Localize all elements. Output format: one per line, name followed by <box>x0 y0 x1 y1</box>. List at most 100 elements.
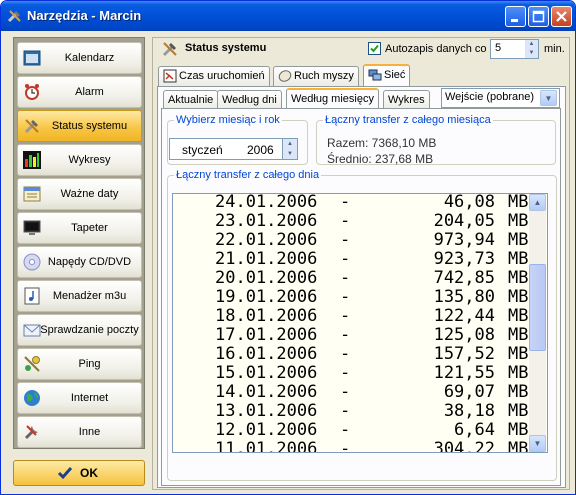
tab-czas-uruchomien[interactable]: Czas uruchomień <box>158 66 270 86</box>
row-value: 46,08 <box>443 193 495 212</box>
title-bar[interactable]: Narzędzia - Marcin <box>1 1 575 31</box>
minimize-button[interactable] <box>505 6 526 27</box>
row-unit: MB <box>508 344 529 364</box>
subtab-aktualnie[interactable]: Aktualnie <box>163 90 219 110</box>
subtab-wykres[interactable]: Wykres <box>383 90 430 110</box>
sidebar-item-ping[interactable]: Ping <box>17 348 142 380</box>
tab-label: Sieć <box>384 69 406 81</box>
sidebar-item-wykresy[interactable]: Wykresy <box>17 144 142 176</box>
sidebar-item-inne[interactable]: Inne <box>17 416 142 448</box>
sidebar-item-status-systemu[interactable]: Status systemu <box>17 110 142 142</box>
network-icon <box>368 69 382 81</box>
spin-up-icon[interactable]: ▲ <box>283 139 297 149</box>
alarm-clock-icon <box>25 84 39 100</box>
row-date: 24.01.2006 <box>215 193 318 212</box>
row-unit: MB <box>508 401 529 421</box>
envelope-icon <box>23 324 41 337</box>
mouse-icon <box>278 70 292 82</box>
monthly-transfer-title: Łączny transfer z całego miesiąca <box>323 114 493 126</box>
row-date: 18.01.2006 <box>215 306 318 326</box>
sidebar-item-menadzer-m3u[interactable]: Menadżer m3u <box>17 280 142 312</box>
row-unit: MB <box>508 268 529 288</box>
window-title: Narzędzia - Marcin <box>27 8 142 23</box>
row-date: 13.01.2006 <box>215 401 318 421</box>
tab-siec[interactable]: Sieć <box>363 64 411 87</box>
subtab-wedlug-dni[interactable]: Według dni <box>217 90 282 110</box>
sidebar-item-label: Kalendarz <box>64 52 115 64</box>
tab-label: Ruch myszy <box>294 70 354 82</box>
spin-up-icon[interactable]: ▲ <box>525 40 538 49</box>
row-unit: MB <box>508 249 529 269</box>
sidebar-item-label: Ping <box>78 358 101 370</box>
row-date: 23.01.2006 <box>215 211 318 231</box>
tools-icon <box>24 119 39 134</box>
tab-label: Czas uruchomień <box>179 70 265 82</box>
month-year-spinner[interactable]: ▲ ▼ <box>283 138 298 160</box>
scroll-up-icon[interactable]: ▲ <box>529 194 546 211</box>
row-separator: - <box>340 268 351 288</box>
daily-transfer-list[interactable]: 24.01.2006 - 46,08 MB 23.01.2006 - 204,05 MB 22.… <box>172 193 548 453</box>
scroll-thumb[interactable] <box>529 264 546 351</box>
sidebar-item-wazne-daty[interactable]: Ważne daty <box>17 178 142 210</box>
row-separator: - <box>340 344 351 364</box>
ok-button[interactable]: OK <box>13 460 145 486</box>
page-title: Status systemu <box>185 42 267 54</box>
row-value: 121,55 <box>433 363 495 383</box>
row-unit: MB <box>508 230 529 250</box>
spin-down-icon[interactable]: ▼ <box>283 149 297 159</box>
scroll-down-icon[interactable]: ▼ <box>529 435 546 452</box>
month-year-input[interactable]: styczeń 2006 <box>169 138 283 160</box>
row-separator: - <box>340 401 351 421</box>
row-date: 21.01.2006 <box>215 249 318 269</box>
minimize-icon <box>511 19 518 22</box>
row-value: 69,07 <box>443 382 495 402</box>
subtab-label: Wykres <box>388 94 425 106</box>
monthly-total: Razem: 7368,10 MB <box>327 136 437 150</box>
checkmark-icon <box>57 467 73 480</box>
row-date: 17.01.2006 <box>215 325 318 345</box>
row-separator: - <box>340 420 351 440</box>
close-button[interactable] <box>551 6 572 27</box>
row-value: 125,08 <box>433 325 495 345</box>
row-separator: - <box>340 382 351 402</box>
year-value: 2006 <box>247 143 274 157</box>
chevron-down-icon[interactable]: ▼ <box>540 90 557 106</box>
sidebar-item-napedy-cd-dvd[interactable]: Napędy CD/DVD <box>17 246 142 278</box>
autosave-interval-input[interactable]: 5 <box>490 39 526 59</box>
row-date: 15.01.2006 <box>215 363 318 383</box>
ping-icon <box>24 356 40 372</box>
daily-transfer-title: Łączny transfer z całego dnia <box>174 169 322 181</box>
maximize-button[interactable] <box>528 6 549 27</box>
tab-ruch-myszy[interactable]: Ruch myszy <box>273 66 359 86</box>
row-separator: - <box>340 193 351 212</box>
row-date: 14.01.2006 <box>215 382 318 402</box>
row-value: 38,18 <box>443 401 495 421</box>
row-date: 22.01.2006 <box>215 230 318 250</box>
autosave-label: Autozapis danych co <box>385 43 487 55</box>
row-value: 6,64 <box>454 420 495 440</box>
clock-icon <box>163 69 177 83</box>
sidebar-item-sprawdzanie-poczty[interactable]: Sprawdzanie poczty <box>17 314 142 346</box>
sidebar-item-internet[interactable]: Internet <box>17 382 142 414</box>
row-unit: MB <box>508 439 529 453</box>
sidebar-item-label: Menadżer m3u <box>52 290 127 302</box>
subtab-label: Według dni <box>222 94 277 106</box>
spin-down-icon[interactable]: ▼ <box>525 49 538 58</box>
row-unit: MB <box>508 325 529 345</box>
wrench-icon <box>24 425 38 440</box>
subtab-label: Aktualnie <box>168 94 214 106</box>
sidebar-item-kalendarz[interactable]: Kalendarz <box>17 42 142 74</box>
app-window: Narzędzia - Marcin Kalendarz Alarm Statu… <box>0 0 576 495</box>
row-date: 16.01.2006 <box>215 344 318 364</box>
autosave-interval-spinner[interactable]: ▲ ▼ <box>525 39 539 59</box>
sidebar-item-alarm[interactable]: Alarm <box>17 76 142 108</box>
row-value: 304,22 <box>433 439 495 453</box>
row-separator: - <box>340 230 351 250</box>
main-panel: Status systemu Autozapis danych co 5 ▲ ▼… <box>152 37 570 490</box>
row-unit: MB <box>508 420 529 440</box>
autosave-checkbox[interactable] <box>368 42 381 55</box>
sidebar-item-tapeter[interactable]: Tapeter <box>17 212 142 244</box>
row-separator: - <box>340 306 351 326</box>
row-value: 204,05 <box>433 211 495 231</box>
list-scrollbar[interactable]: ▲ ▼ <box>529 194 546 452</box>
